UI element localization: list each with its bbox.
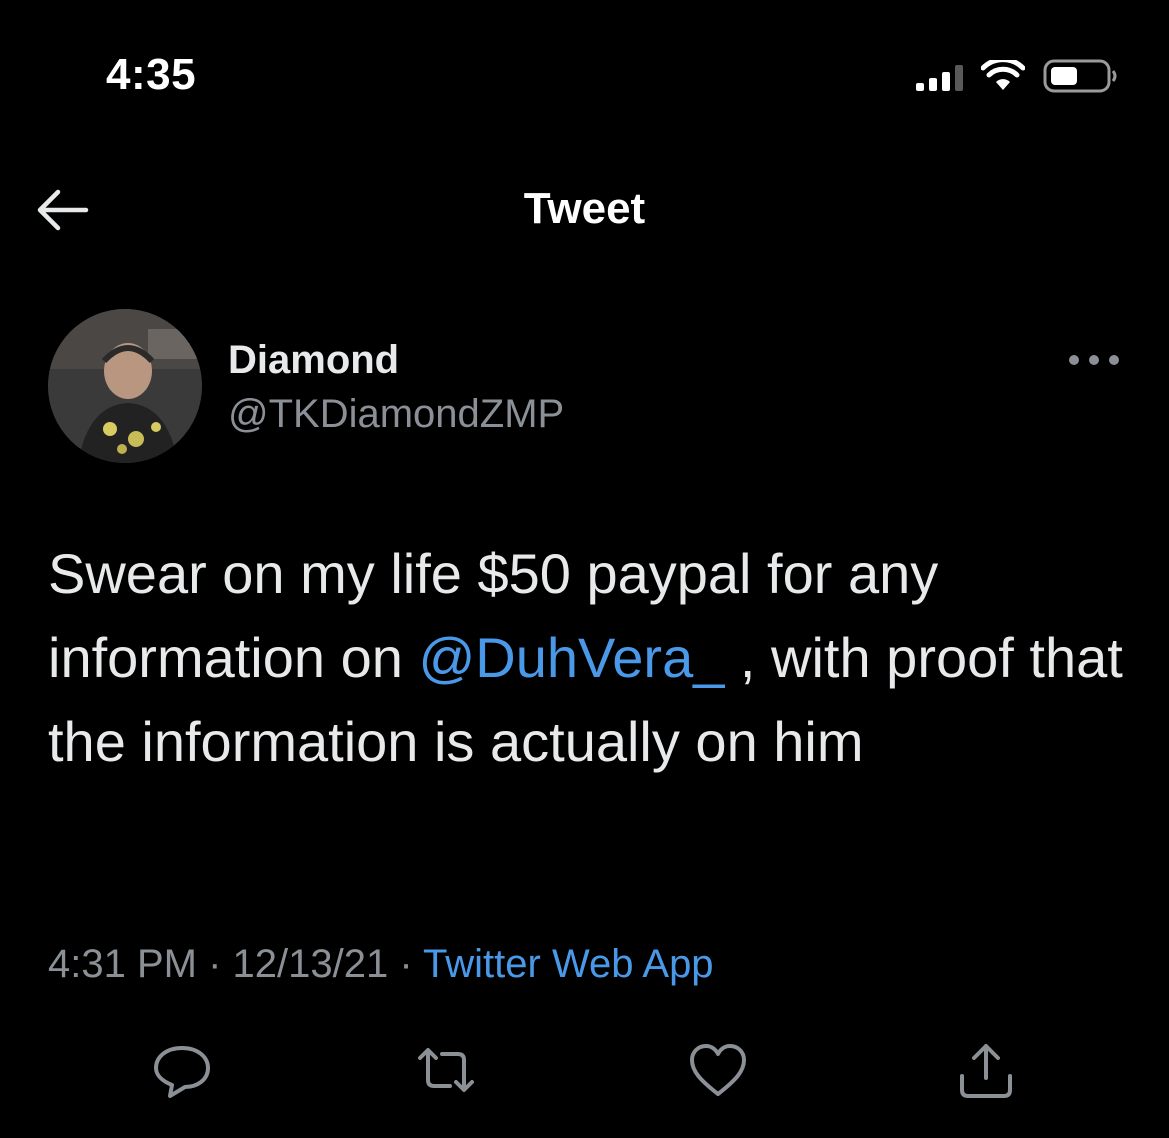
mention-link[interactable]: @DuhVera_	[418, 626, 724, 689]
page-title: Tweet	[523, 184, 646, 233]
tweet-text: Swear on my life $50 paypal for any info…	[48, 532, 1128, 784]
meta-separator: ·	[388, 942, 424, 986]
author-name[interactable]: Diamond	[228, 338, 399, 383]
reply-icon	[154, 1046, 210, 1098]
like-icon	[690, 1044, 746, 1096]
tweet-time: 4:31 PM	[48, 942, 197, 986]
cellular-signal-icon	[916, 61, 963, 91]
reply-button[interactable]	[150, 1038, 214, 1102]
tweet-detail-screen: 4:35 Tweet Diamond @TKDiamondZMP Swear o…	[0, 0, 1169, 1138]
author-handle[interactable]: @TKDiamondZMP	[228, 392, 564, 437]
wifi-icon	[981, 60, 1025, 92]
share-button[interactable]	[954, 1038, 1018, 1102]
status-time: 4:35	[106, 50, 197, 99]
tweet-meta: 4:31 PM · 12/13/21 · Twitter Web App	[48, 942, 714, 987]
dot-icon	[1089, 355, 1099, 365]
like-button[interactable]	[686, 1038, 750, 1102]
tweet-header: Tweet	[0, 150, 1169, 270]
meta-separator: ·	[196, 942, 233, 986]
avatar[interactable]	[48, 309, 202, 463]
retweet-button[interactable]	[414, 1038, 478, 1102]
tweet-date: 12/13/21	[232, 942, 389, 986]
dot-icon	[1109, 355, 1119, 365]
share-icon	[960, 1044, 1012, 1098]
retweet-icon	[418, 1048, 474, 1092]
battery-icon	[1043, 58, 1119, 94]
status-icons	[916, 56, 1119, 96]
tweet-source-link[interactable]: Twitter Web App	[423, 942, 714, 986]
more-options-button[interactable]	[1069, 342, 1119, 378]
dot-icon	[1069, 355, 1079, 365]
